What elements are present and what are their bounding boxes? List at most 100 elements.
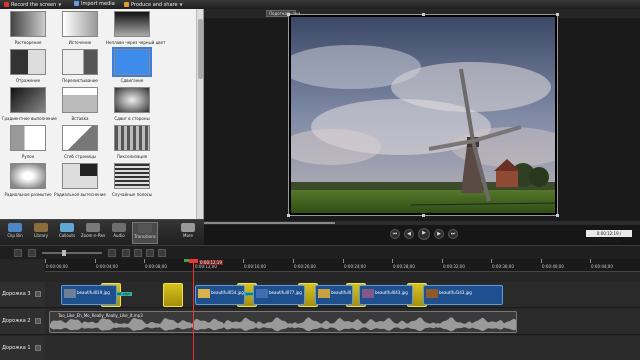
- tool-more[interactable]: More: [175, 222, 201, 244]
- library-icon: [34, 223, 48, 232]
- ruler-tick: [392, 259, 393, 263]
- preview-progress-bar[interactable]: [204, 221, 640, 225]
- image-clip[interactable]: beautiful043.jpg: [359, 285, 413, 305]
- waveform-shape: [50, 317, 516, 332]
- step-back-button[interactable]: ◀: [404, 229, 414, 239]
- transition-radial-blur[interactable]: [10, 163, 46, 189]
- copy-button[interactable]: [146, 249, 154, 257]
- paste-button[interactable]: [158, 249, 166, 257]
- timeline-settings-button[interactable]: [14, 249, 22, 257]
- transition-slide[interactable]: [112, 47, 152, 77]
- tool-zoom-pan[interactable]: Zoom-n-Pan: [80, 222, 106, 244]
- tool-label: More: [183, 233, 193, 238]
- tool-label: Transitions: [134, 234, 156, 239]
- transition-gradient-wipe[interactable]: [10, 87, 46, 113]
- track-header[interactable]: Дорожка 3: [0, 282, 45, 308]
- transition-label: Истечение: [68, 40, 92, 45]
- transition-page-curl[interactable]: [62, 125, 98, 151]
- transitions-scrollbar[interactable]: [196, 9, 203, 219]
- ruler-tick-label: 0:00:20;00: [294, 264, 316, 269]
- split-button[interactable]: [134, 249, 142, 257]
- zoom-slider-knob[interactable]: [62, 250, 66, 256]
- transition-roll[interactable]: [10, 125, 46, 151]
- step-forward-button[interactable]: ▶: [434, 229, 444, 239]
- transition-fade-out[interactable]: [62, 11, 98, 37]
- resize-handle[interactable]: [556, 13, 559, 16]
- import-media-button[interactable]: Import media: [74, 1, 115, 8]
- transition-flip[interactable]: [10, 49, 46, 75]
- transition-label: Рулон: [21, 154, 35, 159]
- skip-forward-icon: ⏭: [450, 231, 456, 237]
- resize-handle[interactable]: [556, 214, 559, 217]
- transition-label: Неплавн через черный цвет: [106, 40, 166, 45]
- tools-bar: Clip Bin Library Callouts Zoom-n-Pan Audio Tr…: [0, 219, 204, 245]
- resize-handle[interactable]: [287, 214, 290, 217]
- ruler-tick: [293, 259, 294, 263]
- tool-library[interactable]: Library: [28, 222, 54, 244]
- record-screen-button[interactable]: Record the screen ▼: [4, 1, 61, 8]
- scrollbar-thumb[interactable]: [198, 19, 203, 79]
- chevron-down-icon: ▼: [179, 2, 183, 7]
- lock-icon[interactable]: [35, 345, 41, 351]
- resize-handle[interactable]: [422, 13, 425, 16]
- track-lane[interactable]: Большой круг Отражение beautiful019.jpg bea…: [45, 282, 640, 308]
- ruler-tick: [343, 259, 344, 263]
- timeline-zoom-slider[interactable]: [42, 250, 102, 256]
- canvas-frame[interactable]: [287, 13, 559, 217]
- lock-icon[interactable]: [35, 318, 41, 324]
- tool-clip-bin[interactable]: Clip Bin: [2, 222, 28, 244]
- timeline-ruler[interactable]: 0:00:00;00 0:00:04;00 0:00:08;00 0:00:12;00…: [45, 259, 640, 272]
- transition-block[interactable]: [163, 283, 183, 307]
- resize-handle[interactable]: [287, 13, 290, 16]
- ruler-tick: [491, 259, 492, 263]
- callouts-icon: [60, 223, 74, 232]
- track-lane[interactable]: Too_Like_Eh_Mo_Really_Really_Like_It.mp3: [45, 309, 640, 335]
- transition-inset[interactable]: [62, 87, 98, 113]
- timeline-toolbar: [0, 245, 640, 259]
- produce-share-button[interactable]: Produce and share ▼: [124, 1, 183, 8]
- image-clip[interactable]: beautiful077.jpg: [253, 285, 305, 305]
- play-button[interactable]: ▶: [418, 228, 430, 240]
- cut-button[interactable]: [122, 249, 130, 257]
- clip-thumbnail: [198, 289, 210, 298]
- transition-label: Градиентное выполнение: [2, 116, 57, 121]
- track-header[interactable]: Дорожка 1: [0, 336, 45, 360]
- track-lane[interactable]: [45, 336, 640, 360]
- transition-dissolve[interactable]: [10, 11, 46, 37]
- next-clip-button[interactable]: ⏭: [448, 229, 458, 239]
- resize-handle[interactable]: [422, 214, 425, 217]
- fast-forward-icon: ▶: [437, 231, 441, 237]
- transition-random-bars[interactable]: [114, 163, 150, 189]
- image-clip[interactable]: beautiful143.jpg: [423, 285, 503, 305]
- tool-audio[interactable]: Audio: [106, 222, 132, 244]
- transition-radial-wipe[interactable]: [62, 163, 98, 189]
- audio-clip[interactable]: Too_Like_Eh_Mo_Really_Really_Like_It.mp3: [49, 311, 517, 333]
- rewind-icon: ◀: [407, 231, 411, 237]
- transition-split[interactable]: [114, 87, 150, 113]
- tool-label: Callouts: [58, 233, 76, 238]
- tool-callouts[interactable]: Callouts: [54, 222, 80, 244]
- image-clip[interactable]: beautiful0: [315, 285, 353, 305]
- ruler-tick: [144, 259, 145, 263]
- video-canvas[interactable]: [291, 17, 555, 213]
- zoom-in-button[interactable]: [108, 249, 116, 257]
- tool-label: Library: [34, 233, 48, 238]
- transition-pixelate[interactable]: [114, 125, 150, 151]
- lock-icon[interactable]: [35, 291, 41, 297]
- playback-controls: ⏮ ◀ ▶ ▶ ⏭ 0:00:12:19 / 0:00:42:13: [204, 221, 640, 245]
- playhead-handle[interactable]: [189, 259, 198, 263]
- track-header[interactable]: Дорожка 2: [0, 309, 45, 335]
- clip-thumbnail: [426, 289, 438, 298]
- image-clip[interactable]: beautiful019.jpg: [61, 285, 117, 305]
- more-icon: [181, 223, 195, 232]
- clip-bin-icon: [8, 223, 22, 232]
- transition-fade-through-black[interactable]: [114, 11, 150, 37]
- prev-clip-button[interactable]: ⏮: [390, 229, 400, 239]
- transition-label: Сдвигание: [120, 78, 144, 83]
- zoom-out-button[interactable]: [28, 249, 36, 257]
- transition-page-turn[interactable]: [62, 49, 98, 75]
- image-clip[interactable]: beautiful054.jpg: [195, 285, 245, 305]
- transition-label: Отражение: [15, 78, 41, 83]
- tool-transitions[interactable]: Transitions: [132, 222, 158, 244]
- playhead[interactable]: [193, 259, 194, 360]
